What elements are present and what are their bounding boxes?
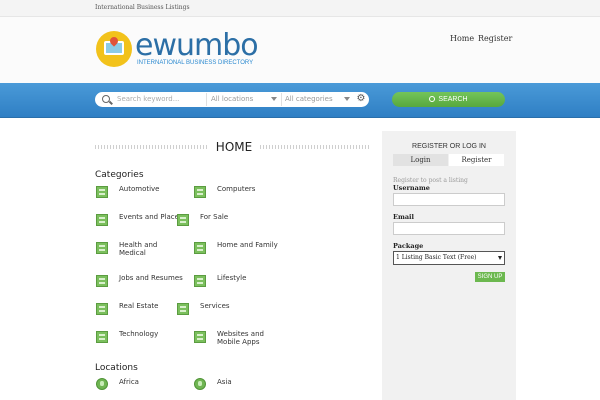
category-link[interactable]: Technology	[119, 330, 158, 338]
category-select[interactable]: All categories	[285, 95, 333, 103]
register-panel	[382, 131, 516, 400]
category-link[interactable]: Home and Family	[217, 241, 278, 249]
username-field[interactable]	[393, 193, 505, 206]
category-icon[interactable]	[194, 186, 206, 198]
logo-tagline: INTERNATIONAL BUSINESS DIRECTORY	[137, 60, 254, 66]
category-icon[interactable]	[177, 214, 189, 226]
gear-icon[interactable]: ⚙	[356, 94, 366, 104]
category-icon[interactable]	[96, 186, 108, 198]
location-link[interactable]: Africa	[119, 378, 139, 386]
category-icon[interactable]	[96, 275, 108, 287]
location-link[interactable]: Asia	[217, 378, 232, 386]
chevron-down-icon	[344, 97, 350, 101]
category-link[interactable]: For Sale	[200, 213, 228, 221]
email-label: Email	[393, 213, 414, 221]
search-button[interactable]: SEARCH	[392, 92, 505, 107]
category-icon[interactable]	[177, 303, 189, 315]
package-select[interactable]: 1 Listing Basic Text (Free)	[393, 251, 505, 265]
category-link[interactable]: Services	[200, 302, 230, 310]
globe-icon[interactable]	[194, 378, 206, 390]
page-title: HOME	[209, 140, 259, 154]
search-icon	[102, 95, 110, 103]
category-icon[interactable]	[194, 275, 206, 287]
nav-register-link[interactable]: Register	[478, 34, 512, 43]
tab-register[interactable]: Register	[449, 154, 504, 166]
divider	[206, 93, 207, 106]
category-link[interactable]: Lifestyle	[217, 274, 246, 282]
category-link[interactable]: Computers	[217, 185, 255, 193]
package-label: Package	[393, 242, 424, 250]
logo-wordmark[interactable]: ewumbo	[135, 28, 259, 63]
sign-up-button[interactable]: SIGN UP	[475, 272, 505, 282]
nav-home-link[interactable]: Home	[450, 34, 474, 43]
locations-heading: Locations	[95, 363, 138, 373]
category-icon[interactable]	[96, 331, 108, 343]
category-link[interactable]: Events and Places	[119, 213, 183, 221]
categories-heading: Categories	[95, 170, 144, 180]
category-icon[interactable]	[194, 331, 206, 343]
email-field[interactable]	[393, 222, 505, 235]
category-icon[interactable]	[96, 214, 108, 226]
top-bar-text: International Business Listings	[95, 4, 190, 11]
category-link[interactable]: Health and Medical	[119, 241, 169, 257]
category-link[interactable]: Real Estate	[119, 302, 158, 310]
divider	[281, 93, 282, 106]
register-note: Register to post a listing	[393, 177, 468, 184]
category-link[interactable]: Automotive	[119, 185, 160, 193]
location-select[interactable]: All locations	[211, 95, 253, 103]
category-icon[interactable]	[194, 242, 206, 254]
search-button-label: SEARCH	[438, 96, 468, 103]
category-link[interactable]: Jobs and Resumes	[119, 274, 183, 282]
globe-icon[interactable]	[96, 378, 108, 390]
username-label: Username	[393, 184, 430, 192]
tab-login[interactable]: Login	[393, 154, 448, 166]
chevron-down-icon	[498, 256, 502, 260]
category-icon[interactable]	[96, 303, 108, 315]
chevron-down-icon	[271, 97, 277, 101]
panel-title: REGISTER OR LOG IN	[412, 143, 486, 150]
keyword-input[interactable]: Search keyword...	[117, 95, 179, 103]
search-icon	[429, 96, 436, 102]
category-link[interactable]: Websites and Mobile Apps	[217, 330, 267, 346]
site-header	[0, 17, 600, 83]
top-bar	[0, 0, 600, 17]
category-icon[interactable]	[96, 242, 108, 254]
